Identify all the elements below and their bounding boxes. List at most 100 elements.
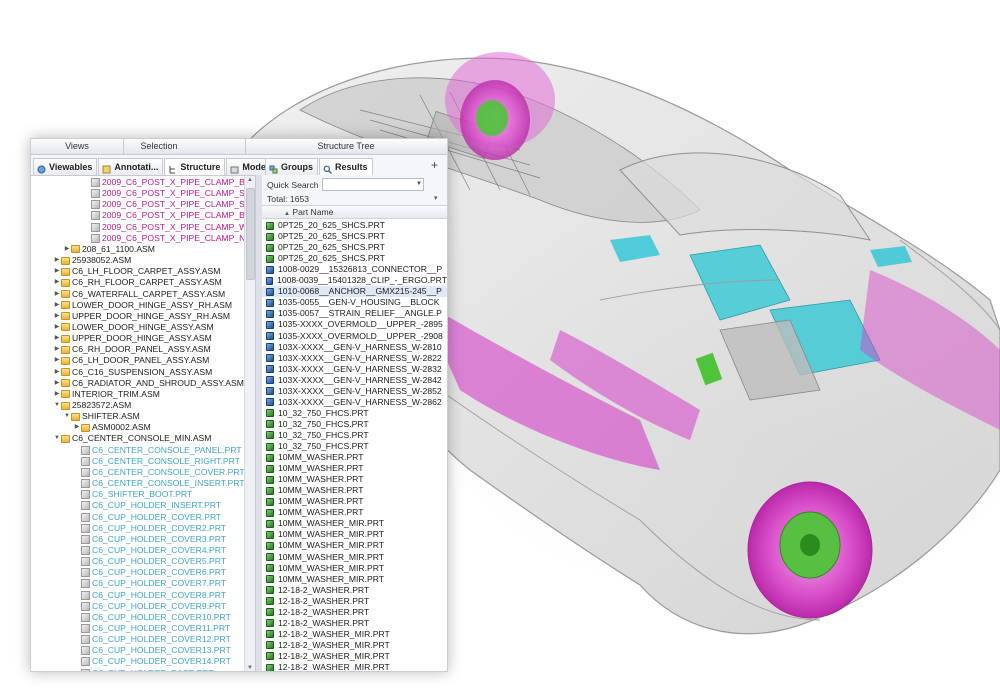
tree-row[interactable]: ▶ UPPER_DOOR_HINGE_ASSY.ASM xyxy=(53,333,212,344)
tab-structure[interactable]: Structure xyxy=(164,158,226,175)
expand-arrow-icon[interactable]: ▶ xyxy=(53,344,61,355)
column-header-part-name[interactable]: ▲ Part Name xyxy=(262,205,447,219)
result-row[interactable]: 1010-0068__ANCHOR__GMX215-245__P xyxy=(262,286,447,298)
tab-annotations[interactable]: Annotati... xyxy=(98,158,164,175)
result-row[interactable]: 10MM_WASHER.PRT xyxy=(262,507,447,518)
result-row[interactable]: 1035-XXXX_OVERMOLD__UPPER_-2908 xyxy=(262,331,447,342)
result-row[interactable]: 12-18-2_WASHER_MIR.PRT xyxy=(262,629,447,640)
result-row[interactable]: 10MM_WASHER_MIR.PRT xyxy=(262,518,447,529)
results-list[interactable]: 0PT25_20_625_SHCS.PRT 0PT25_20_625_SHCS.P… xyxy=(262,219,447,671)
result-row[interactable]: 1035-XXXX_OVERMOLD__UPPER_-2895 xyxy=(262,319,447,330)
result-row[interactable]: 12-18-2_WASHER_MIR.PRT xyxy=(262,640,447,651)
tree-row[interactable]: ▶ 25938052.ASM xyxy=(53,255,132,266)
result-row[interactable]: 10MM_WASHER_MIR.PRT xyxy=(262,540,447,551)
result-row[interactable]: 103X-XXXX__GEN-V_HARNESS_W-2832 xyxy=(262,364,447,375)
expand-arrow-icon[interactable]: ▶ xyxy=(53,266,61,277)
tree-row[interactable]: ▶ C6_LH_DOOR_PANEL_ASSY.ASM xyxy=(53,355,210,366)
result-row[interactable]: 10MM_WASHER_MIR.PRT xyxy=(262,563,447,574)
tree-row[interactable]: 2009_C6_POST_X_PIPE_CLAMP_ST xyxy=(83,188,250,199)
result-row[interactable]: 10_32_750_FHCS.PRT xyxy=(262,419,447,430)
scroll-down-icon[interactable]: ▼ xyxy=(247,665,253,671)
result-row[interactable]: 103X-XXXX__GEN-V_HARNESS_W-2862 xyxy=(262,397,447,408)
tree-row[interactable]: C6_CUP_HOLDER_COVER9.PRT xyxy=(73,601,226,612)
expand-arrow-icon[interactable]: ▶ xyxy=(53,367,61,378)
tree-row[interactable]: C6_SHIFTER_BOOT.PRT xyxy=(73,489,192,500)
tree-row[interactable]: C6_CENTER_CONSOLE_INSERT.PRT xyxy=(73,478,245,489)
result-row[interactable]: 103X-XXXX__GEN-V_HARNESS_W-2852 xyxy=(262,386,447,397)
result-row[interactable]: 10MM_WASHER.PRT xyxy=(262,463,447,474)
result-row[interactable]: 0PT25_20_625_SHCS.PRT xyxy=(262,220,447,231)
tree-row[interactable]: C6_CUP_HOLDER_COVER8.PRT xyxy=(73,590,226,601)
tree-row[interactable]: C6_CUP_HOLDER_COVER2.PRT xyxy=(73,523,226,534)
tree-row[interactable]: C6_CUP_HOLDER_COVER.PRT xyxy=(73,512,221,523)
result-row[interactable]: 12-18-2_WASHER_MIR.PRT xyxy=(262,651,447,662)
tree-row[interactable]: C6_CUP_HOLDER_COVER5.PRT xyxy=(73,556,226,567)
tree-row[interactable]: ▶ C6_WATERFALL_CARPET_ASSY.ASM xyxy=(53,289,225,300)
collapse-chevron-icon[interactable]: ▾ xyxy=(434,194,438,202)
tree-row[interactable]: C6_CUP_HOLDER_COVER7.PRT xyxy=(73,578,226,589)
chevron-down-icon[interactable]: ▼ xyxy=(415,179,423,190)
result-row[interactable]: 12-18-2_WASHER.PRT xyxy=(262,618,447,629)
tree-row[interactable]: 2009_C6_POST_X_PIPE_CLAMP_SP xyxy=(83,199,251,210)
tree-row[interactable]: C6_CUP_HOLDER_COVER12.PRT xyxy=(73,634,231,645)
tree-row[interactable]: ▼ SHIFTER.ASM xyxy=(63,411,140,422)
expand-arrow-icon[interactable]: ▶ xyxy=(53,311,61,322)
tree-row[interactable]: ▶ LOWER_DOOR_HINGE_ASSY_RH.ASM xyxy=(53,300,232,311)
tree-row[interactable]: ▶ C6_RADIATOR_AND_SHROUD_ASSY.ASM xyxy=(53,378,244,389)
tree-row[interactable]: C6_CENTER_CONSOLE_PANEL.PRT xyxy=(73,445,242,456)
expand-arrow-icon[interactable]: ▶ xyxy=(53,355,61,366)
expand-arrow-icon[interactable]: ▶ xyxy=(53,300,61,311)
tree-row[interactable]: 2009_C6_POST_X_PIPE_CLAMP_NU xyxy=(83,233,252,244)
result-row[interactable]: 0PT25_20_625_SHCS.PRT xyxy=(262,231,447,242)
scroll-thumb[interactable] xyxy=(246,188,255,280)
tree-row[interactable]: ▶ ASM0002.ASM xyxy=(73,422,151,433)
scroll-up-icon[interactable]: ▲ xyxy=(247,177,253,183)
result-row[interactable]: 10_32_750_FHCS.PRT xyxy=(262,408,447,419)
tree-row[interactable]: ▶ C6_RH_DOOR_PANEL_ASSY.ASM xyxy=(53,344,211,355)
expand-arrow-icon[interactable]: ▶ xyxy=(53,378,61,389)
expand-arrow-icon[interactable]: ▶ xyxy=(63,244,71,255)
tab-viewables[interactable]: Viewables xyxy=(33,158,98,175)
tree-row[interactable]: C6_CUP_HOLDER_COVER13.PRT xyxy=(73,645,231,656)
result-row[interactable]: 1035-0055__GEN-V_HOUSING__BLOCK xyxy=(262,297,447,308)
tree-row[interactable]: ▼ 25823572.ASM xyxy=(53,400,131,411)
result-row[interactable]: 12-18-2_WASHER_MIR.PRT xyxy=(262,662,447,671)
result-row[interactable]: 10MM_WASHER_MIR.PRT xyxy=(262,574,447,585)
tree-row[interactable]: C6_CENTER_CONSOLE_RIGHT.PRT xyxy=(73,456,240,467)
tab-results[interactable]: Results xyxy=(319,158,373,175)
tree-row[interactable]: ▶ UPPER_DOOR_HINGE_ASSY_RH.ASM xyxy=(53,311,230,322)
result-row[interactable]: 10MM_WASHER.PRT xyxy=(262,496,447,507)
result-row[interactable]: 1008-0039__15401328_CLIP_-_ERGO.PRT xyxy=(262,275,447,286)
tree-row[interactable]: 2009_C6_POST_X_PIPE_CLAMP_BL xyxy=(83,210,250,221)
tree-row[interactable]: C6_CENTER_CONSOLE_COVER.PRT xyxy=(73,467,245,478)
result-row[interactable]: 10MM_WASHER_MIR.PRT xyxy=(262,529,447,540)
tree-row[interactable]: ▶ C6_RH_FLOOR_CARPET_ASSY.ASM xyxy=(53,277,222,288)
result-row[interactable]: 10MM_WASHER_MIR.PRT xyxy=(262,552,447,563)
collapse-arrow-icon[interactable]: ▼ xyxy=(53,400,61,411)
selection-menu[interactable]: Selection xyxy=(123,141,195,151)
result-row[interactable]: 10MM_WASHER.PRT xyxy=(262,452,447,463)
tree-row[interactable]: C6_CUP_HOLDER_COVER6.PRT xyxy=(73,567,226,578)
tree-row[interactable]: C6_CUP_HOLDER_INSERT.PRT xyxy=(73,500,221,511)
result-row[interactable]: 103X-XXXX__GEN-V_HARNESS_W-2810 xyxy=(262,342,447,353)
tree-scrollbar[interactable]: ▲ ▼ xyxy=(244,176,255,671)
tree-row[interactable]: C6_CUP_HOLDER_COVER3.PRT xyxy=(73,534,226,545)
tree-row[interactable]: C6_CUP_HOLDER_COVER14.PRT xyxy=(73,656,231,667)
result-row[interactable]: 0PT25_20_625_SHCS.PRT xyxy=(262,253,447,264)
expand-arrow-icon[interactable]: ▶ xyxy=(53,277,61,288)
result-row[interactable]: 103X-XXXX__GEN-V_HARNESS_W-2822 xyxy=(262,353,447,364)
tree-row[interactable]: C6_CUP_HOLDER_COVER11.PRT xyxy=(73,623,230,634)
expand-arrow-icon[interactable]: ▶ xyxy=(53,389,61,400)
result-row[interactable]: 10MM_WASHER.PRT xyxy=(262,485,447,496)
tree-row[interactable]: ▼ C6_CENTER_CONSOLE_MIN.ASM xyxy=(53,433,211,444)
result-row[interactable]: 10MM_WASHER.PRT xyxy=(262,474,447,485)
result-row[interactable]: 12-18-2_WASHER.PRT xyxy=(262,596,447,607)
views-menu[interactable]: Views xyxy=(31,141,123,151)
result-row[interactable]: 103X-XXXX__GEN-V_HARNESS_W-2842 xyxy=(262,375,447,386)
tree-row[interactable]: 2009_C6_POST_X_PIPE_CLAMP_WS xyxy=(83,222,253,233)
result-row[interactable]: 12-18-2_WASHER.PRT xyxy=(262,607,447,618)
result-row[interactable]: 10_32_750_FHCS.PRT xyxy=(262,441,447,452)
result-row[interactable]: 10_32_750_FHCS.PRT xyxy=(262,430,447,441)
expand-arrow-icon[interactable]: ▶ xyxy=(53,255,61,266)
collapse-arrow-icon[interactable]: ▼ xyxy=(53,433,61,444)
